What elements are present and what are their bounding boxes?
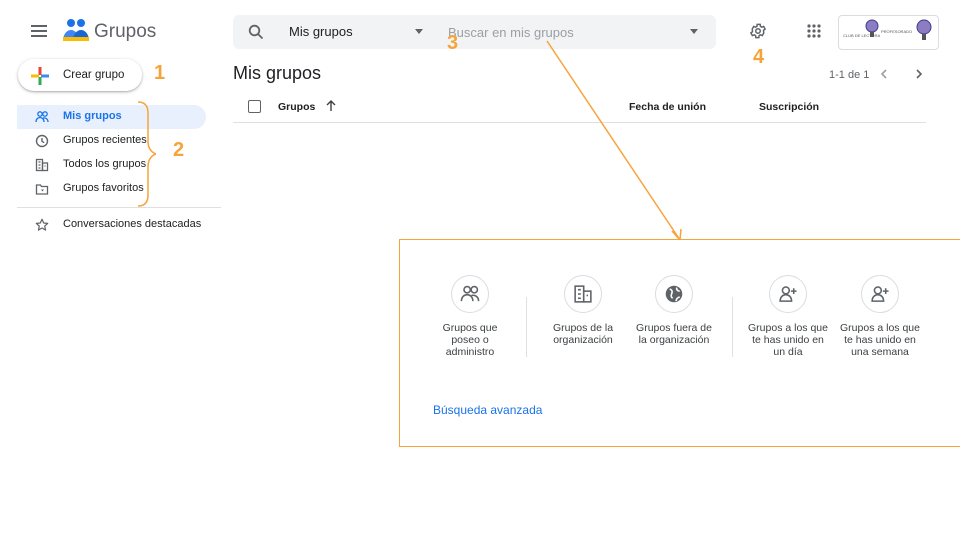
filter-joined-week[interactable]: Grupos a los que te has unido en una sem… (830, 275, 930, 358)
account-text: PROFESORADO (881, 29, 913, 34)
annotation-number: 3 (447, 32, 459, 54)
sidebar-item-label: Grupos favoritos (63, 182, 144, 194)
arrow-up-icon[interactable] (324, 99, 338, 113)
plus-icon (30, 66, 50, 86)
sidebar-item-label: Grupos recientes (63, 134, 147, 146)
sidebar-item-mis-grupos[interactable]: Mis grupos (17, 105, 206, 129)
sidebar-item-conversaciones-destacadas[interactable]: Conversaciones destacadas (17, 213, 221, 237)
filter-label: Grupos de la organización (552, 322, 614, 346)
sidebar-item-label: Mis grupos (63, 110, 122, 122)
column-header-fecha-de-union[interactable]: Fecha de unión (629, 101, 706, 113)
column-header-grupos[interactable]: Grupos (278, 101, 315, 113)
advanced-search-link[interactable]: Búsqueda avanzada (433, 403, 542, 417)
annotation-brace (137, 101, 156, 207)
sidebar-item-label: Conversaciones destacadas (63, 218, 202, 230)
groups-logo-icon (62, 17, 90, 43)
chevron-left-icon[interactable] (877, 67, 891, 81)
globe-icon (665, 285, 683, 303)
star-icon (35, 218, 49, 232)
sidebar-item-grupos-favoritos[interactable]: Grupos favoritos (17, 177, 206, 201)
filter-joined-day[interactable]: Grupos a los que te has unido en un día (738, 275, 838, 358)
search-icon[interactable] (248, 24, 264, 40)
lightbulb-icon (916, 19, 932, 40)
search-options-chevron-icon[interactable] (690, 29, 698, 34)
person-add-icon (871, 286, 889, 302)
annotation-number: 2 (173, 139, 185, 161)
filter-external-groups[interactable]: Grupos fuera de la organización (624, 275, 724, 346)
chevron-right-icon[interactable] (912, 67, 926, 81)
page-title: Mis grupos (233, 63, 322, 83)
filter-label: Grupos que poseo o administro (442, 322, 498, 358)
filter-label: Grupos a los que te has unido en una sem… (840, 322, 920, 358)
filter-label: Grupos fuera de la organización (636, 322, 712, 346)
annotation-number: 1 (154, 62, 166, 84)
filter-separator (526, 297, 527, 357)
select-all-checkbox[interactable] (248, 100, 261, 113)
people-icon (35, 110, 49, 124)
gear-icon[interactable] (749, 22, 767, 40)
sidebar-divider (17, 207, 221, 208)
filter-owned-groups[interactable]: Grupos que poseo o administro (420, 275, 520, 358)
apps-grid-icon[interactable] (806, 23, 822, 39)
search-scope-select[interactable]: Mis grupos (289, 24, 353, 39)
building-icon (35, 158, 49, 172)
app-title: Grupos (94, 21, 157, 42)
lightbulb-icon (865, 19, 879, 37)
clock-icon (35, 134, 49, 148)
filter-label: Grupos a los que te has unido en un día (748, 322, 828, 358)
person-add-icon (779, 286, 797, 302)
pagination-text: 1-1 de 1 (829, 69, 870, 81)
menu-icon[interactable] (28, 20, 50, 42)
folder-star-icon (35, 182, 49, 196)
filter-organization-groups[interactable]: Grupos de la organización (533, 275, 633, 346)
chevron-down-icon[interactable] (415, 29, 423, 34)
search-input[interactable] (440, 19, 686, 45)
column-header-suscripcion[interactable]: Suscripción (759, 101, 819, 113)
people-icon (460, 285, 480, 302)
building-icon (574, 285, 592, 303)
create-group-label: Crear grupo (63, 69, 125, 81)
filter-separator (732, 297, 733, 357)
table-header-divider (233, 122, 926, 123)
account-logo[interactable]: CLUB DE LECTURA PROFESORADO (838, 15, 939, 50)
sidebar-item-label: Todos los grupos (63, 158, 147, 170)
annotation-number: 4 (753, 46, 765, 68)
